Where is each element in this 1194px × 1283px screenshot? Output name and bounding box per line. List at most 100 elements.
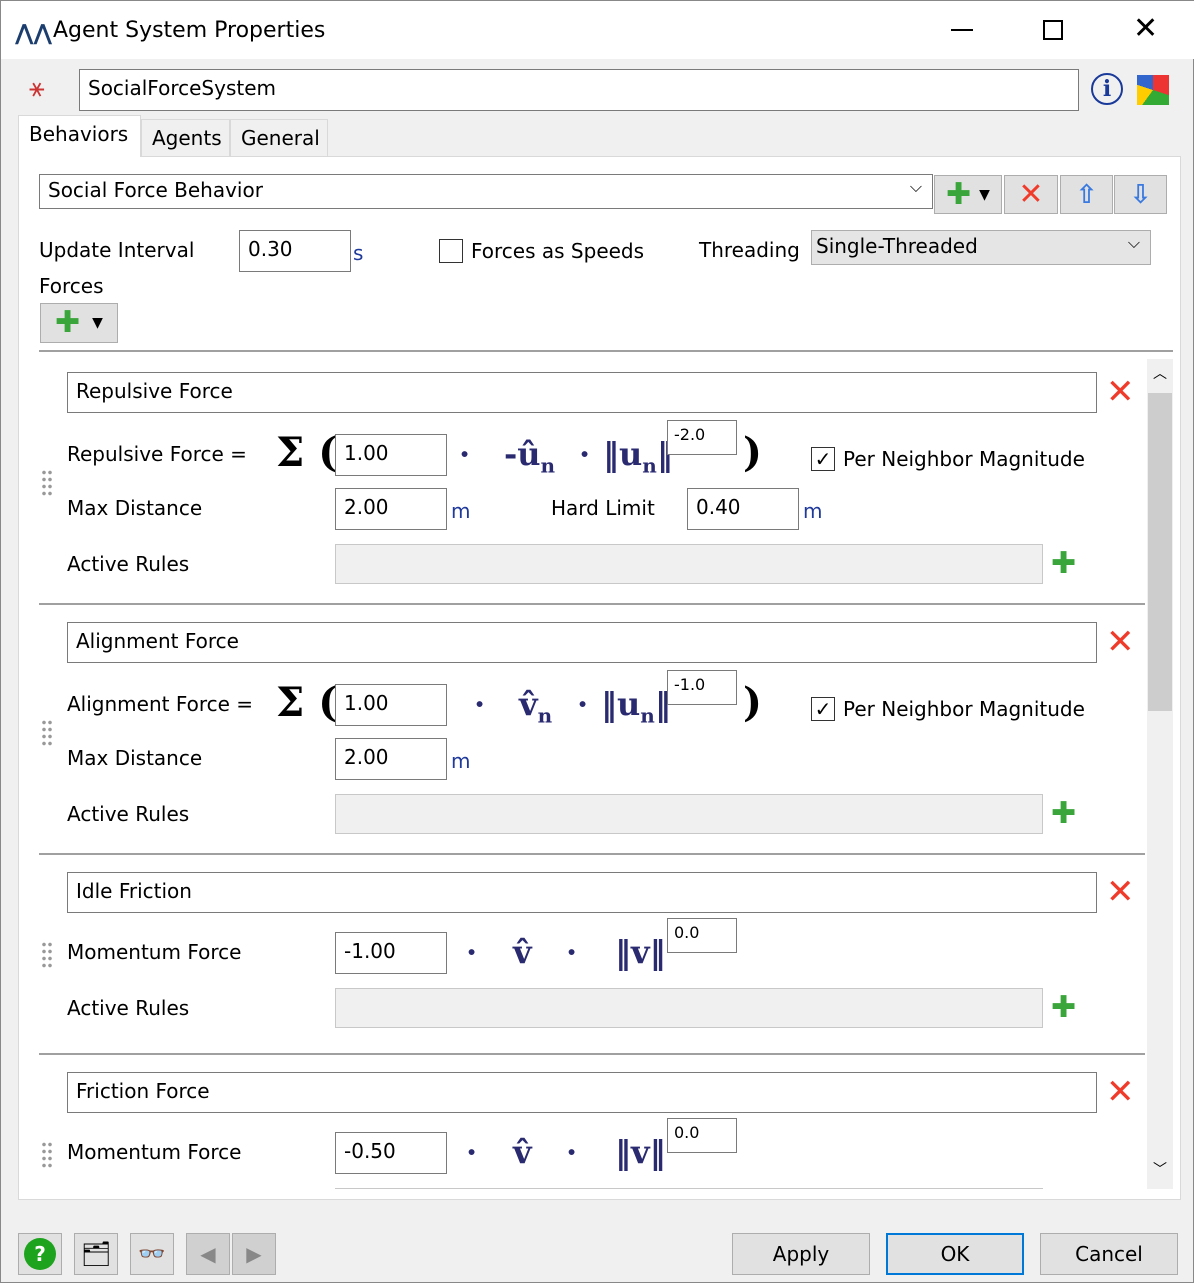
statistics-icon[interactable] (1137, 75, 1169, 105)
tab-behaviors[interactable]: Behaviors (18, 115, 141, 157)
forces-as-speeds-checkbox[interactable] (439, 239, 463, 263)
app-logo-icon: ⋀⋀ (15, 21, 53, 46)
divider (39, 1053, 1145, 1055)
update-interval-field[interactable]: 0.30 (239, 230, 351, 272)
drag-handle[interactable] (41, 941, 53, 969)
active-rules-field[interactable] (335, 1188, 1043, 1189)
help-icon: ? (24, 1238, 56, 1270)
unit-vector: v̂ (513, 1133, 532, 1171)
exponent-field[interactable]: -2.0 (667, 420, 737, 455)
drag-handle[interactable] (41, 719, 53, 747)
max-distance-unit: m (451, 749, 471, 773)
scrollbar[interactable]: ︿ ﹀ (1147, 359, 1173, 1189)
delete-force-icon[interactable]: ✕ (1106, 625, 1135, 659)
next-button[interactable]: ▶ (232, 1233, 276, 1275)
move-down-button[interactable]: ⇩ (1114, 175, 1167, 214)
per-neighbor-checkbox[interactable]: ✓ (811, 697, 835, 721)
behavior-select[interactable]: Social Force Behavior ⌵ (39, 174, 933, 209)
scrollbar-thumb[interactable] (1148, 393, 1172, 711)
force-name-field[interactable]: Idle Friction (67, 872, 1097, 913)
formula-label: Momentum Force (67, 1140, 242, 1164)
unit-vector: v̂ (513, 933, 532, 971)
active-rules-field[interactable] (335, 544, 1043, 584)
dot-operator: · (466, 933, 478, 971)
threading-select[interactable]: Single-Threaded ⌵ (811, 230, 1151, 265)
delete-icon: ✕ (1018, 177, 1044, 212)
threading-select-value: Single-Threaded (816, 234, 978, 258)
drag-handle[interactable] (41, 469, 53, 497)
norm: ‖v‖ (615, 1133, 666, 1171)
exponent-field[interactable]: -1.0 (667, 670, 737, 705)
coefficient-field[interactable]: -1.00 (335, 932, 447, 974)
max-distance-field[interactable]: 2.00 (335, 738, 447, 780)
maximize-button[interactable] (1043, 20, 1063, 40)
formula-label: Alignment Force = (67, 692, 254, 716)
active-rules-field[interactable] (335, 794, 1043, 834)
dot-operator: · (459, 435, 471, 473)
dot-operator: · (466, 1133, 478, 1171)
tab-general[interactable]: General (230, 119, 328, 157)
active-rules-field[interactable] (335, 988, 1043, 1028)
hard-limit-field[interactable]: 0.40 (687, 488, 799, 530)
per-neighbor-checkbox[interactable]: ✓ (811, 447, 835, 471)
coefficient-field[interactable]: 1.00 (335, 434, 447, 476)
delete-force-icon[interactable]: ✕ (1106, 375, 1135, 409)
find-button[interactable]: 👓 (130, 1233, 174, 1275)
force-name-field[interactable]: Alignment Force (67, 622, 1097, 663)
force-name-field[interactable]: Friction Force (67, 1072, 1097, 1113)
delete-force-icon[interactable]: ✕ (1106, 1075, 1135, 1109)
arrow-left-icon: ◀ (200, 1242, 216, 1266)
max-distance-label: Max Distance (67, 496, 203, 520)
minimize-button[interactable] (951, 29, 973, 31)
divider (39, 350, 1173, 352)
divider (39, 603, 1145, 605)
close-button[interactable]: ✕ (1133, 11, 1158, 46)
tree-view-button[interactable]: 🗂 (74, 1233, 118, 1275)
arrow-up-icon: ⇧ (1075, 179, 1098, 210)
active-rules-label: Active Rules (67, 802, 190, 826)
tab-agents[interactable]: Agents (141, 119, 230, 157)
move-up-button[interactable]: ⇧ (1060, 175, 1113, 214)
threading-label: Threading (699, 238, 800, 262)
apply-button[interactable]: Apply (732, 1233, 870, 1275)
add-rule-icon[interactable]: ✚ (1051, 549, 1076, 579)
coefficient-field[interactable]: 1.00 (335, 684, 447, 726)
delete-force-icon[interactable]: ✕ (1106, 875, 1135, 909)
add-behavior-button[interactable]: ✚ ▼ (934, 175, 1002, 214)
active-rules-label: Active Rules (67, 996, 190, 1020)
ok-button[interactable]: OK (886, 1233, 1024, 1275)
sigma-symbol: Σ ( (276, 679, 338, 726)
add-rule-icon[interactable]: ✚ (1051, 799, 1076, 829)
force-name-field[interactable]: Repulsive Force (67, 372, 1097, 413)
max-distance-field[interactable]: 2.00 (335, 488, 447, 530)
close-paren: ) (743, 429, 762, 476)
help-button[interactable]: ? (18, 1233, 62, 1275)
exponent-field[interactable]: 0.0 (667, 918, 737, 953)
add-force-button[interactable]: ✚ ▼ (40, 303, 118, 343)
max-distance-unit: m (451, 499, 471, 523)
per-neighbor-label: Per Neighbor Magnitude (843, 447, 1085, 471)
active-rules-label: Active Rules (67, 552, 190, 576)
scroll-down-icon[interactable]: ﹀ (1153, 1159, 1167, 1179)
drag-handle[interactable] (41, 1141, 53, 1169)
per-neighbor-label: Per Neighbor Magnitude (843, 697, 1085, 721)
delete-behavior-button[interactable]: ✕ (1004, 175, 1058, 214)
previous-button[interactable]: ◀ (186, 1233, 230, 1275)
norm: ‖v‖ (615, 933, 666, 971)
dot-operator: · (577, 685, 589, 723)
norm: ‖un‖ (603, 435, 673, 478)
unit-vector: v̂n (519, 685, 553, 728)
force-alignment: Alignment Force ✕ Alignment Force = Σ ( … (39, 603, 1145, 853)
scroll-up-icon[interactable]: ︿ (1153, 363, 1167, 383)
object-name-field[interactable]: SocialForceSystem (79, 69, 1079, 111)
exponent-field[interactable]: 0.0 (667, 1118, 737, 1153)
info-icon[interactable]: i (1091, 73, 1123, 105)
window-title: Agent System Properties (53, 18, 326, 43)
norm: ‖un‖ (601, 685, 671, 728)
dot-operator: · (566, 1133, 578, 1171)
cancel-button[interactable]: Cancel (1040, 1233, 1178, 1275)
coefficient-field[interactable]: -0.50 (335, 1132, 447, 1174)
tree-icon: 🗂 (80, 1240, 112, 1268)
add-rule-icon[interactable]: ✚ (1051, 993, 1076, 1023)
behavior-select-value: Social Force Behavior (48, 178, 263, 202)
